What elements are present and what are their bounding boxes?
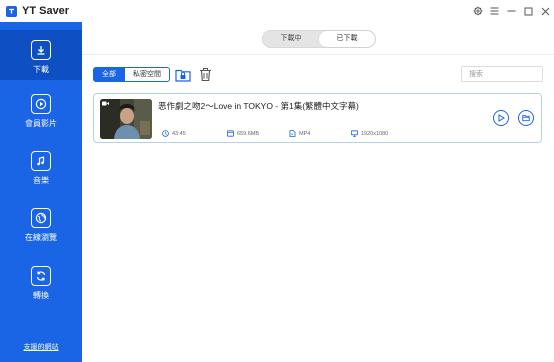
sidebar: 下載 會員影片 音樂 在線瀏覽 轉換 支援的網站: [0, 22, 82, 362]
video-size: 659.6MB: [237, 130, 260, 137]
video-thumbnail: [100, 99, 152, 139]
music-icon: [31, 151, 51, 171]
folder-icon: [522, 114, 530, 122]
close-icon[interactable]: [537, 0, 554, 22]
sidebar-item-label: 轉換: [33, 291, 49, 300]
video-title: 恶作劇之吻2～Love in TOKYO - 第1集(繁體中文字幕): [158, 101, 359, 111]
main-panel: 下載中 已下載 全部 私密空間 恶作劇之吻2～Love in TOKYO - 第…: [82, 22, 554, 362]
sidebar-item-label: 會員影片: [25, 119, 57, 128]
app-logo-icon: [6, 5, 17, 17]
maximize-icon[interactable]: [520, 0, 537, 22]
app-title: YT Saver: [22, 5, 70, 17]
menu-icon[interactable]: [486, 0, 503, 22]
play-icon: [498, 114, 505, 122]
file-format-icon: [289, 130, 296, 137]
lock-folder-icon[interactable]: [175, 66, 191, 83]
divider: [82, 54, 554, 55]
title-bar: YT Saver: [0, 0, 554, 22]
sidebar-item-label: 在線瀏覽: [25, 233, 57, 242]
trash-icon[interactable]: [197, 66, 213, 83]
download-icon: [31, 40, 51, 60]
search-input[interactable]: [461, 66, 543, 82]
sidebar-item-label: 下載: [33, 65, 49, 74]
sidebar-item-browser[interactable]: 在線瀏覽: [0, 198, 82, 248]
minimize-icon[interactable]: [503, 0, 520, 22]
video-format: MP4: [299, 130, 311, 137]
play-button[interactable]: [493, 110, 509, 126]
monitor-icon: [351, 130, 358, 137]
filter-private-button[interactable]: 私密空間: [125, 67, 170, 82]
sidebar-item-convert[interactable]: 轉換: [0, 256, 82, 306]
supported-sites-link[interactable]: 支援的網站: [0, 342, 82, 352]
video-list-item[interactable]: 恶作劇之吻2～Love in TOKYO - 第1集(繁體中文字幕) 43:45…: [93, 93, 542, 143]
filter-group: 全部 私密空間: [93, 67, 170, 82]
video-resolution: 1920x1080: [361, 130, 389, 137]
file-size-icon: [227, 130, 234, 137]
filter-all-button[interactable]: 全部: [93, 67, 125, 82]
download-status-toggle: 下載中 已下載: [262, 30, 376, 48]
convert-icon: [31, 266, 51, 286]
sidebar-item-member-videos[interactable]: 會員影片: [0, 84, 82, 134]
size-meta: 659.6MB: [227, 130, 259, 137]
duration-meta: 43:45: [162, 130, 186, 137]
video-camera-icon: [102, 101, 109, 106]
open-folder-button[interactable]: [518, 110, 534, 126]
globe-icon: [31, 208, 51, 228]
video-duration: 43:45: [172, 130, 186, 137]
gear-icon[interactable]: [469, 0, 486, 22]
window-controls: [469, 0, 554, 22]
sidebar-item-label: 音樂: [33, 176, 49, 185]
resolution-meta: 1920x1080: [351, 130, 388, 137]
sidebar-item-download[interactable]: 下載: [0, 30, 82, 80]
tab-downloaded[interactable]: 已下載: [319, 31, 375, 47]
format-meta: MP4: [289, 130, 310, 137]
tab-downloading[interactable]: 下載中: [263, 31, 319, 47]
clock-icon: [162, 130, 169, 137]
sidebar-item-music[interactable]: 音樂: [0, 141, 82, 191]
play-circle-icon: [31, 94, 51, 114]
